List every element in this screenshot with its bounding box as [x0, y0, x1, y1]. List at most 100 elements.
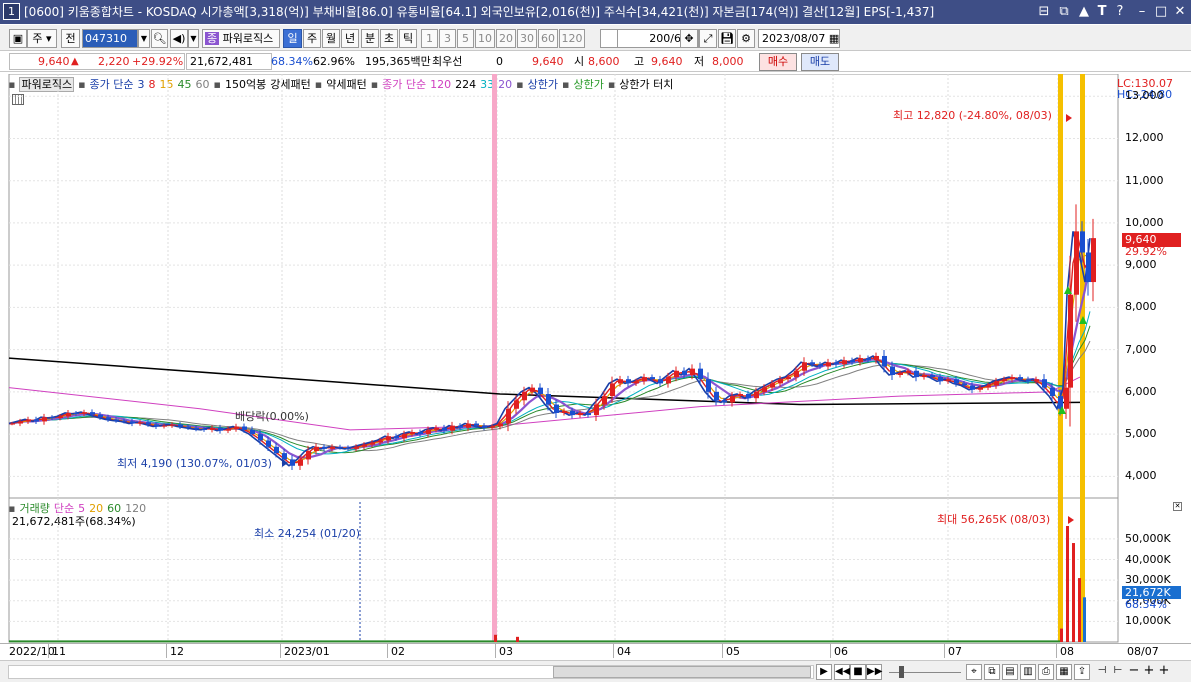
stop-icon[interactable]: ■ — [850, 664, 866, 680]
close-icon[interactable]: ✕ — [1172, 0, 1188, 24]
period-month[interactable]: 월 — [322, 29, 340, 48]
volume-tick: 40,000K — [1125, 552, 1171, 566]
maximize-icon[interactable]: □ — [1153, 0, 1169, 24]
candle-body — [26, 419, 31, 422]
help-icon[interactable]: ? — [1112, 0, 1128, 24]
sell-button[interactable]: 매도 — [801, 53, 839, 71]
scroll-end-icon[interactable]: ⊢ — [1110, 664, 1126, 680]
candle-body — [674, 370, 679, 378]
zoom-in-icon[interactable]: + — [1141, 664, 1157, 680]
candle-body — [370, 442, 375, 445]
zoom-slider-thumb[interactable] — [899, 666, 904, 678]
compare-icon[interactable]: ▥ — [1020, 664, 1036, 680]
interval-60[interactable]: 60 — [538, 29, 558, 48]
candle-body — [50, 417, 55, 419]
copy-chart-icon[interactable]: ⧉ — [984, 664, 1000, 680]
candle-body — [18, 421, 23, 424]
chart-type-icon[interactable]: ▣ — [9, 29, 27, 48]
candle-body — [170, 424, 175, 426]
play-back-icon[interactable]: ◀◀ — [834, 664, 850, 680]
candle-body — [90, 412, 95, 415]
restore-layout-icon[interactable]: ⊟ — [1036, 0, 1052, 24]
interval-3[interactable]: 3 — [439, 29, 456, 48]
crosshair-toggle-icon[interactable]: ⌖ — [966, 664, 982, 680]
candle-body — [930, 374, 935, 378]
candle-body — [490, 426, 495, 428]
price-chart[interactable] — [0, 74, 1191, 643]
zoom-add-icon[interactable]: + — [1156, 664, 1172, 680]
crosshair-icon[interactable]: ✥ — [680, 29, 698, 48]
ma224-line — [8, 357, 1081, 406]
interval-30[interactable]: 30 — [517, 29, 537, 48]
interval-10[interactable]: 10 — [475, 29, 495, 48]
font-up-icon[interactable]: ▲ — [1076, 0, 1092, 24]
volume-bar — [494, 634, 497, 642]
candle-body — [34, 419, 39, 422]
period-second[interactable]: 초 — [380, 29, 398, 48]
candle-body — [754, 391, 759, 399]
date-input[interactable]: 2023/08/07 ▦ — [758, 29, 840, 48]
prev-button[interactable]: 전 — [61, 29, 80, 48]
candle-body — [898, 372, 903, 375]
candle-body — [642, 377, 647, 382]
image-icon[interactable]: ▦ — [1056, 664, 1072, 680]
print-icon[interactable]: ⎙ — [1038, 664, 1054, 680]
count-value: 200 — [649, 32, 671, 45]
indicator-select[interactable]: 종 파워로직스 — [202, 29, 280, 48]
x-tick: 08 — [1060, 645, 1074, 658]
zoom-slider[interactable] — [887, 665, 963, 679]
period-minute[interactable]: 분 — [361, 29, 379, 48]
price-tick: 8,000 — [1125, 300, 1157, 314]
link-icon[interactable]: ⧉ — [1056, 0, 1072, 24]
candle-body — [714, 391, 719, 401]
settings-icon[interactable]: ⚙ — [737, 29, 755, 48]
calendar-icon[interactable]: ▦ — [829, 32, 839, 45]
candle-body — [386, 436, 391, 441]
save-icon[interactable]: 💾︎ — [718, 29, 736, 48]
pane-close-icon[interactable]: ✕ — [1173, 502, 1182, 511]
zoom-out-icon[interactable]: − — [1126, 664, 1142, 680]
candle-body — [154, 424, 159, 427]
interval-5[interactable]: 5 — [457, 29, 474, 48]
candle-body — [762, 387, 767, 392]
stock-code-input[interactable]: 047310 — [82, 29, 138, 48]
speaker-icon[interactable]: ◀) — [170, 29, 188, 48]
candle-body — [506, 408, 511, 424]
minimize-icon[interactable]: – — [1134, 0, 1150, 24]
candle-body — [290, 459, 295, 466]
period-year[interactable]: 년 — [341, 29, 359, 48]
window-number[interactable]: 1 — [3, 3, 20, 20]
up-arrow-icon: ▲ — [71, 56, 79, 67]
overlay-icon[interactable]: ▤ — [1002, 664, 1018, 680]
candle-body — [850, 360, 855, 363]
text-size-icon[interactable]: T — [1094, 0, 1110, 24]
chart-edit-icon[interactable]: ⤢ — [699, 29, 717, 48]
period-day[interactable]: 일 — [283, 29, 302, 48]
candle-body — [1002, 379, 1007, 382]
trade-amount: 195,365백만 — [365, 55, 431, 68]
search-icon[interactable]: 🔍︎ — [151, 29, 168, 48]
scroll-thumb[interactable] — [553, 666, 811, 678]
title-bar: 1 [0600] 키움종합차트 - KOSDAQ 시가총액[3,318(억)] … — [0, 0, 1191, 24]
scroll-home-icon[interactable]: ⊣ — [1094, 664, 1110, 680]
type-select[interactable]: 주 ▾ — [27, 29, 57, 48]
export-icon[interactable]: ⇪ — [1074, 664, 1090, 680]
volume-tick: 50,000K — [1125, 531, 1171, 545]
date-value: 2023/08/07 — [762, 32, 826, 45]
period-tick[interactable]: 틱 — [399, 29, 417, 48]
interval-20[interactable]: 20 — [496, 29, 516, 48]
code-dropdown-icon[interactable]: ▼ — [138, 29, 150, 48]
candle-body — [66, 412, 71, 417]
vol-min-annotation: 최소 24,254 (01/20) — [254, 527, 361, 540]
interval-1[interactable]: 1 — [421, 29, 438, 48]
candle-body — [938, 377, 943, 382]
play-forward-icon[interactable]: ▶▶ — [866, 664, 882, 680]
buy-button[interactable]: 매수 — [759, 53, 797, 71]
candle-body — [266, 440, 271, 447]
candle-body — [682, 370, 687, 375]
interval-120[interactable]: 120 — [559, 29, 585, 48]
scroll-right-icon[interactable]: ▶ — [816, 664, 832, 680]
speaker-dropdown-icon[interactable]: ▼ — [188, 29, 199, 48]
vol-max-annotation: 최대 56,265K (08/03) — [937, 513, 1051, 526]
period-week[interactable]: 주 — [303, 29, 321, 48]
